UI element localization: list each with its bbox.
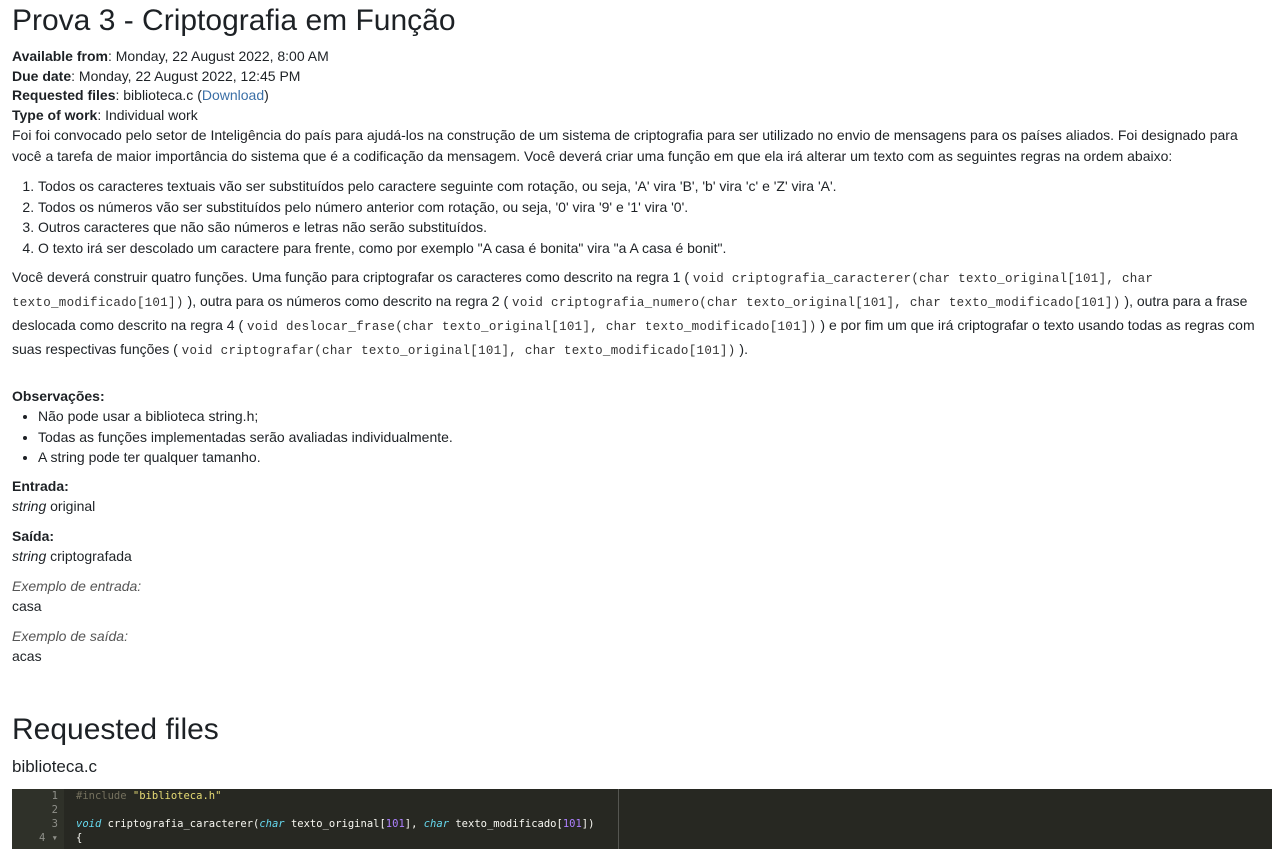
requested-file-name: biblioteca.c [12, 757, 98, 776]
code-line: #include "biblioteca.h" [76, 789, 594, 803]
code-line: { [76, 832, 83, 844]
exemplo-entrada-value: casa [12, 597, 42, 614]
due-date-label: Due date [12, 67, 72, 84]
exemplo-saida-value: acas [12, 647, 42, 664]
due-date-row: Due date: Monday, 22 August 2022, 12:45 … [12, 67, 1268, 87]
rule-item: O texto irá ser descolado um caractere p… [38, 238, 1268, 259]
code-string: "biblioteca.h" [132, 790, 222, 802]
entrada-type: string [12, 497, 47, 514]
code-function-name: criptografia_caracterer( [101, 818, 260, 830]
rules-list: Todos os caracteres textuais vão ser sub… [12, 176, 1268, 258]
entrada-heading: Entrada: [12, 477, 69, 494]
type-of-work-row: Type of work: Individual work [12, 106, 1268, 126]
code-include: #include [76, 790, 133, 802]
requested-files-heading: Requested files [12, 713, 219, 746]
line-number[interactable]: 4 ▾ [12, 831, 64, 845]
intro-paragraph: Foi foi convocado pelo setor de Inteligê… [12, 127, 1238, 164]
requested-files-row: Requested files: biblioteca.c (Download) [12, 86, 1268, 106]
function-signature-numero: void criptografia_numero(char texto_orig… [512, 296, 1121, 310]
exemplo-saida-label: Exemplo de saída: [12, 627, 128, 644]
download-link[interactable]: Download [202, 87, 264, 103]
editor-gutter: 1 2 3 4 ▾ [12, 789, 64, 849]
code-arg: ]) [581, 818, 595, 830]
code-type: char [423, 818, 450, 830]
due-date-value: : Monday, 22 August 2022, 12:45 PM [71, 67, 301, 84]
type-of-work-value: : Individual work [97, 106, 198, 123]
code-arg: texto_modificado[ [449, 818, 563, 830]
type-of-work-label: Type of work [12, 106, 98, 123]
editor-code[interactable]: #include "biblioteca.h" void criptografi… [76, 789, 594, 845]
saida-value: string criptografada [12, 546, 1268, 566]
observacoes-list: Não pode usar a biblioteca string.h; Tod… [12, 406, 1268, 468]
code-keyword: void [76, 818, 102, 830]
rule-item: Todos os caracteres textuais vão ser sub… [38, 176, 1268, 197]
code-line: void criptografia_caracterer(char texto_… [76, 817, 594, 831]
function-signature-criptografar: void criptografar(char texto_original[10… [181, 344, 736, 358]
exemplo-entrada-label: Exemplo de entrada: [12, 577, 142, 594]
functions-paragraph: Você deverá construir quatro funções. Um… [12, 266, 1268, 362]
observacoes-heading: Observações: [12, 388, 105, 404]
saida-rest: criptografada [46, 547, 132, 564]
line-number: 1 [51, 790, 58, 802]
line-number: 3 [51, 818, 58, 830]
line-number: 2 [51, 804, 58, 816]
observacao-item: Não pode usar a biblioteca string.h; [38, 406, 1268, 427]
function-signature-deslocar: void deslocar_frase(char texto_original[… [247, 320, 817, 334]
code-type: char [259, 818, 285, 830]
print-margin [618, 789, 619, 849]
page: Prova 3 - Criptografia em Função Availab… [0, 0, 1280, 666]
observacao-item: Todas as funções implementadas serão ava… [38, 427, 1268, 448]
code-number: 101 [562, 818, 582, 830]
saida-type: string [12, 547, 47, 564]
code-arg: ], [404, 818, 424, 830]
functions-text-1: Você deverá construir quatro funções. Um… [12, 269, 693, 285]
entrada-rest: original [46, 497, 96, 514]
functions-text-5: ). [735, 341, 748, 357]
requested-files-label: Requested files [12, 87, 116, 103]
code-arg: texto_original[ [284, 818, 386, 830]
activity-meta: Available from: Monday, 22 August 2022, … [12, 47, 1268, 125]
available-from-row: Available from: Monday, 22 August 2022, … [12, 47, 1268, 67]
requested-files-close: ) [264, 87, 269, 103]
code-number: 101 [385, 818, 405, 830]
code-editor[interactable]: 1 2 3 4 ▾ #include "biblioteca.h" void c… [12, 789, 1272, 849]
page-title: Prova 3 - Criptografia em Função [12, 4, 456, 37]
functions-text-2: ), outra para os números como descrito n… [183, 293, 513, 309]
observacao-item: A string pode ter qualquer tamanho. [38, 447, 1268, 468]
rule-item: Outros caracteres que não são números e … [38, 217, 1268, 238]
available-from-value: : Monday, 22 August 2022, 8:00 AM [107, 48, 329, 64]
saida-heading: Saída: [12, 527, 55, 544]
rule-item: Todos os números vão ser substituídos pe… [38, 197, 1268, 218]
requested-files-value: : biblioteca.c ( [115, 87, 202, 103]
available-from-label: Available from [12, 48, 108, 64]
entrada-value: string original [12, 496, 1268, 516]
